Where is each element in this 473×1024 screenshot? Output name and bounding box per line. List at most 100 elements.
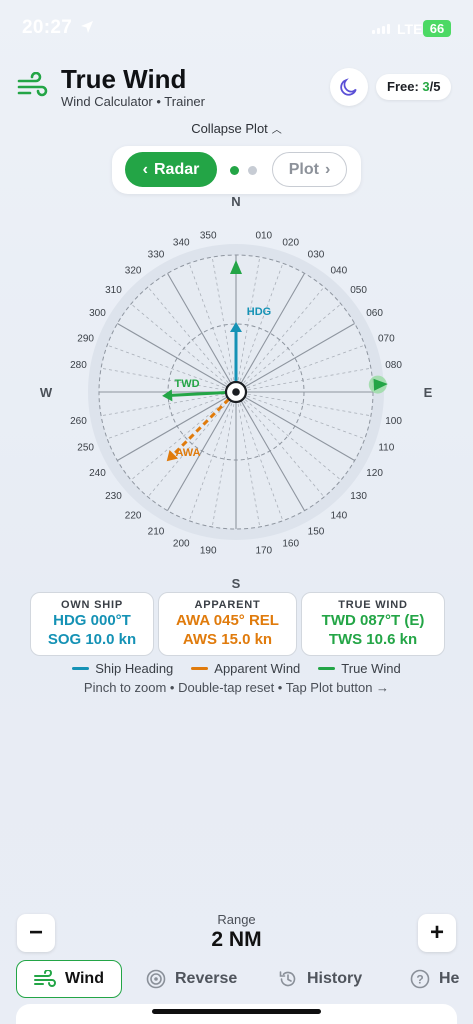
apparent-wind-card: APPARENT AWA 045° REL AWS 15.0 kn (158, 592, 297, 656)
apparent-label: APPARENT (194, 599, 261, 611)
bearing-label: 210 (148, 527, 165, 538)
bearing-label: 230 (105, 491, 122, 502)
cardinal-w: W (40, 385, 53, 400)
bearing-label: 340 (173, 238, 190, 249)
tab-reverse-label: Reverse (175, 970, 238, 987)
legend-swatch-blue (72, 667, 90, 670)
legend-true-wind-label: True Wind (341, 661, 401, 676)
own-ship-heading: HDG 000°T (53, 612, 131, 629)
bearing-label: 290 (77, 333, 94, 344)
cardinal-n: N (231, 194, 240, 209)
bearing-label: 220 (125, 511, 142, 522)
moon-icon (340, 78, 357, 96)
chevron-right-icon: › (324, 160, 331, 178)
location-arrow-icon (81, 21, 93, 33)
tab-wind[interactable]: Wind (16, 960, 122, 998)
true-wind-tws: TWS 10.6 kn (328, 631, 418, 648)
bearing-label: 120 (366, 468, 383, 479)
free-used: 3 (422, 79, 430, 94)
chevron-up-icon: ︿ (271, 125, 282, 136)
wind-radar[interactable]: 010 020 030 040050 060 070 080 100 110 120 130140 1… (36, 192, 436, 592)
bearing-label: 310 (105, 285, 122, 296)
wind-logo-icon (17, 72, 48, 97)
range-label: Range (217, 912, 256, 927)
help-icon: ? (410, 969, 430, 989)
legend-ship-heading: Ship Heading (72, 661, 173, 676)
page-indicator-inactive (248, 166, 257, 175)
apparent-awa: AWA 045° REL (176, 612, 279, 629)
app-subtitle: Wind Calculator • Trainer (61, 94, 205, 109)
bearing-label: 320 (125, 265, 142, 276)
network-label: LTE (397, 21, 423, 37)
plot-button[interactable]: Plot › (272, 152, 347, 187)
own-ship-sog: SOG 10.0 kn (47, 631, 137, 648)
tab-wind-label: Wind (65, 970, 104, 987)
bottom-sheet (16, 1004, 457, 1024)
legend-swatch-green (318, 667, 336, 670)
tab-help[interactable]: ? He (410, 960, 459, 998)
awa-vector-label: AWA (175, 447, 200, 459)
bearing-label: 060 (366, 308, 383, 319)
tab-history[interactable]: History (278, 960, 362, 998)
bearing-label: 250 (77, 443, 94, 454)
page-indicator-active (230, 166, 239, 175)
legend: Ship Heading Apparent Wind True Wind (0, 661, 473, 676)
bearing-label: 240 (89, 468, 106, 479)
battery-icon: 66 (423, 20, 451, 37)
bearing-label: 190 (200, 546, 217, 557)
wind-icon (34, 970, 56, 987)
hdg-vector-label: HDG (247, 306, 271, 318)
tab-history-label: History (307, 970, 363, 987)
radar-button-label: Radar (153, 160, 200, 178)
bearing-label: 130 (350, 491, 367, 502)
radar-button[interactable]: ‹ Radar (125, 152, 217, 187)
dark-mode-button[interactable] (330, 68, 368, 106)
app-title: True Wind (61, 64, 187, 94)
bearing-label: 110 (378, 443, 394, 454)
bearing-label: 260 (70, 416, 87, 427)
bearing-label: 040 (331, 265, 348, 276)
range-value: 2 NM (211, 928, 262, 951)
own-ship-center (232, 388, 240, 396)
twd-vector-label: TWD (174, 378, 199, 390)
true-wind-twd: TWD 087°T (E) (321, 612, 425, 629)
tab-bar: Wind Reverse History ? He (0, 958, 473, 1000)
bearing-label: 030 (308, 249, 325, 260)
tab-help-label: He (439, 970, 460, 987)
legend-apparent-wind-label: Apparent Wind (214, 661, 301, 676)
chevron-left-icon: ‹ (142, 160, 148, 178)
legend-true-wind: True Wind (318, 661, 401, 676)
bearing-label: 350 (200, 230, 217, 241)
collapse-plot-button[interactable]: Collapse Plot ︿ (0, 121, 473, 136)
collapse-plot-label: Collapse Plot (191, 121, 268, 136)
bearing-label: 010 (255, 230, 272, 241)
tab-reverse[interactable]: Reverse (146, 960, 237, 998)
bearing-label: 160 (282, 538, 299, 549)
svg-text:?: ? (416, 973, 423, 987)
own-ship-card: OWN SHIP HDG 000°T SOG 10.0 kn (30, 592, 154, 656)
bearing-label: 070 (378, 333, 395, 344)
bearing-label: 150 (308, 527, 325, 538)
apparent-aws: AWS 15.0 kn (182, 631, 273, 648)
free-uses-badge[interactable]: Free: 3/5 (376, 74, 452, 100)
bearing-label: 280 (70, 360, 87, 371)
own-ship-label: OWN SHIP (60, 599, 123, 611)
true-wind-card: TRUE WIND TWD 087°T (E) TWS 10.6 kn (301, 592, 445, 656)
true-wind-label: TRUE WIND (338, 599, 408, 611)
gesture-hint: Pinch to zoom • Double-tap reset • Tap P… (83, 680, 390, 695)
bearing-label: 300 (89, 308, 106, 319)
view-mode-switcher: ‹ Radar Plot › (112, 146, 361, 194)
legend-ship-heading-label: Ship Heading (95, 661, 174, 676)
home-indicator (152, 1009, 321, 1014)
free-total: /5 (429, 79, 441, 94)
cardinal-e: E (424, 385, 433, 400)
legend-apparent-wind: Apparent Wind (191, 661, 300, 676)
range-increase-button[interactable]: + (418, 914, 456, 952)
signal-icon (372, 24, 390, 34)
history-icon (279, 971, 296, 987)
bearing-label: 100 (385, 416, 402, 427)
bearing-label: 330 (148, 249, 165, 260)
bearing-label: 200 (173, 538, 190, 549)
bearing-label: 140 (331, 511, 348, 522)
status-time: 20:27 (22, 17, 73, 38)
